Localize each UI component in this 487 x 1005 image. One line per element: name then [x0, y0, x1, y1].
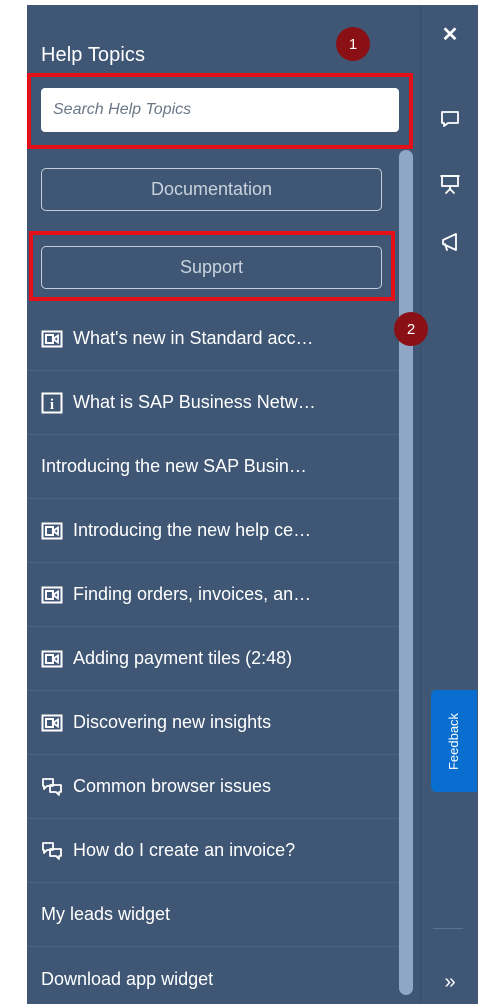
- topic-label: Adding payment tiles (2:48): [73, 648, 293, 668]
- topic-label: Finding orders, invoices, an…: [73, 584, 312, 604]
- topic-item[interactable]: i What is SAP Business Netw…: [27, 371, 399, 435]
- support-button[interactable]: Support: [41, 246, 382, 289]
- panel-title: Help Topics: [41, 44, 146, 66]
- chat-icon[interactable]: [438, 107, 462, 131]
- feedback-tab[interactable]: Feedback: [431, 690, 477, 792]
- topic-item[interactable]: Finding orders, invoices, an…: [27, 563, 399, 627]
- feedback-label: Feedback: [446, 712, 462, 770]
- documentation-button[interactable]: Documentation: [41, 168, 382, 211]
- topic-label: How do I create an invoice?: [73, 840, 296, 860]
- presentation-icon[interactable]: [438, 172, 462, 196]
- topic-item[interactable]: Adding payment tiles (2:48): [27, 627, 399, 691]
- double-chevron-right-icon[interactable]: »: [438, 970, 462, 994]
- topic-label: What is SAP Business Netw…: [73, 392, 316, 412]
- search-input[interactable]: [41, 88, 399, 132]
- side-rail: [420, 5, 478, 1004]
- topic-item[interactable]: Introducing the new help ce…: [27, 499, 399, 563]
- topic-item[interactable]: What's new in Standard acc…: [27, 307, 399, 371]
- video-icon: [41, 648, 63, 670]
- video-icon: [41, 328, 63, 350]
- topic-label: Download app widget: [41, 968, 214, 989]
- step-badge-1: 1: [336, 27, 370, 61]
- close-icon[interactable]: ✕: [438, 22, 462, 46]
- topic-list: What's new in Standard acc… i What is SA…: [27, 307, 399, 1005]
- topic-label: Common browser issues: [73, 776, 272, 796]
- video-icon: [41, 712, 63, 734]
- topic-item[interactable]: Download app widget: [27, 947, 399, 1005]
- step-badge-2: 2: [394, 312, 428, 346]
- topic-item[interactable]: How do I create an invoice?: [27, 819, 399, 883]
- topic-item[interactable]: Introducing the new SAP Busin…: [27, 435, 399, 499]
- chat-bubbles-icon: [41, 840, 63, 862]
- topic-label: Introducing the new SAP Busin…: [41, 456, 307, 476]
- topic-label: Introducing the new help ce…: [73, 520, 312, 540]
- rail-divider: [433, 928, 463, 929]
- topic-label: What's new in Standard acc…: [73, 328, 314, 348]
- topic-label: My leads widget: [41, 904, 171, 924]
- video-icon: [41, 584, 63, 606]
- topic-item[interactable]: Discovering new insights: [27, 691, 399, 755]
- svg-text:i: i: [50, 397, 54, 413]
- topic-item[interactable]: My leads widget: [27, 883, 399, 947]
- scrollbar[interactable]: [399, 150, 413, 995]
- info-icon: i: [41, 392, 63, 414]
- video-icon: [41, 520, 63, 542]
- chat-bubbles-icon: [41, 776, 63, 798]
- topic-item[interactable]: Common browser issues: [27, 755, 399, 819]
- topic-label: Discovering new insights: [73, 712, 272, 732]
- megaphone-icon[interactable]: [438, 230, 462, 254]
